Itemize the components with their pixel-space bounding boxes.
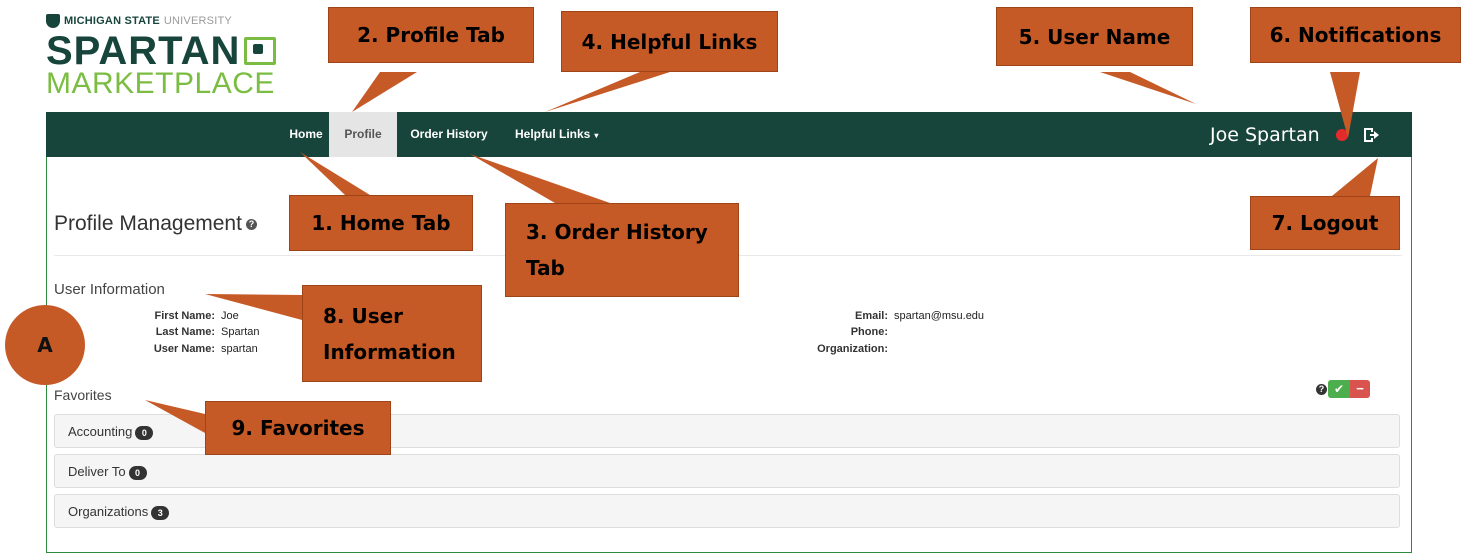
- last-name-label: Last Name:: [155, 326, 215, 338]
- organization-label: Organization:: [817, 343, 888, 355]
- favorites-panel-organizations[interactable]: Organizations 3: [54, 494, 1400, 528]
- favorites-help-icon[interactable]: ?: [1316, 383, 1327, 395]
- tab-profile[interactable]: Profile: [329, 112, 397, 157]
- caret-down-icon: ▾: [594, 131, 599, 140]
- logo-line2: MARKETPLACE: [46, 67, 275, 100]
- tab-helpful-links[interactable]: Helpful Links ▾: [515, 112, 615, 157]
- favorites-controls: ? ✔ −: [1316, 380, 1370, 398]
- email-row: Email: spartan@msu.edu: [770, 310, 984, 322]
- first-name-label: First Name:: [154, 310, 215, 322]
- callout-favorites: 9. Favorites: [205, 401, 391, 455]
- email-label: Email:: [854, 310, 888, 322]
- callout-logout: 7. Logout: [1250, 196, 1400, 250]
- count-badge: 3: [151, 505, 170, 520]
- panel-label: Accounting: [68, 424, 133, 439]
- spartan-marketplace-logo[interactable]: MICHIGAN STATE UNIVERSITY SPARTAN MARKET…: [46, 14, 286, 106]
- logout-icon[interactable]: [1362, 126, 1380, 144]
- panel-label: Organizations: [68, 504, 149, 519]
- last-name-row: Last Name: Spartan: [100, 326, 260, 338]
- last-name-value: Spartan: [221, 326, 260, 338]
- help-icon[interactable]: ?: [245, 218, 257, 230]
- section-marker-a: A: [5, 305, 85, 385]
- shopping-cart-icon: [244, 37, 277, 65]
- callout-notifications: 6. Notifications: [1250, 7, 1461, 63]
- pointer-profile-tab: [352, 72, 417, 112]
- page-title: Profile Management?: [54, 212, 257, 236]
- callout-home-tab: 1. Home Tab: [289, 195, 473, 251]
- phone-label: Phone:: [850, 326, 888, 338]
- callout-user-name: 5. User Name: [996, 7, 1193, 66]
- tab-home[interactable]: Home: [281, 112, 331, 157]
- user-information-heading: User Information: [54, 281, 165, 298]
- favorites-heading: Favorites: [54, 387, 112, 403]
- favorites-panel-deliver-to[interactable]: Deliver To 0: [54, 454, 1400, 488]
- first-name-value: Joe: [221, 310, 239, 322]
- university-name-left: MICHIGAN STATE: [64, 15, 160, 27]
- callout-order-history-line2: Tab: [526, 256, 565, 280]
- callout-user-information-line2: Information: [323, 339, 456, 364]
- phone-row: Phone:: [770, 326, 894, 338]
- notification-badge[interactable]: 0: [1336, 129, 1348, 141]
- callout-user-information-line1: 8. User: [323, 303, 404, 328]
- user-name-value: spartan: [221, 343, 258, 355]
- university-name-right: UNIVERSITY: [163, 15, 232, 27]
- count-badge: 0: [135, 425, 154, 440]
- callout-order-history: 3. Order History Tab: [505, 203, 739, 297]
- page-title-text: Profile Management: [54, 212, 242, 235]
- user-name-menu[interactable]: Joe Spartan: [1210, 124, 1320, 146]
- pointer-user-name: [1100, 72, 1196, 104]
- count-badge: 0: [128, 465, 147, 480]
- panel-label: Deliver To: [68, 464, 126, 479]
- callout-user-information: 8. User Information: [302, 285, 482, 382]
- top-navbar: Home Profile Order History Helpful Links…: [46, 112, 1412, 157]
- organization-row: Organization:: [770, 343, 894, 355]
- university-wordmark: MICHIGAN STATE UNIVERSITY: [46, 14, 286, 28]
- tab-order-history[interactable]: Order History: [403, 112, 495, 157]
- callout-helpful-links: 4. Helpful Links: [561, 11, 778, 72]
- helpful-links-label: Helpful Links: [515, 127, 591, 141]
- spartan-helmet-icon: [46, 14, 60, 28]
- user-name-label: User Name:: [153, 343, 215, 355]
- logo-line1: SPARTAN: [46, 29, 286, 73]
- user-name-row: User Name: spartan: [100, 343, 258, 355]
- email-value: spartan@msu.edu: [894, 310, 985, 322]
- pointer-helpful-links: [545, 72, 670, 112]
- logo-line1-text: SPARTAN: [46, 29, 241, 73]
- callout-order-history-line1: 3. Order History: [526, 220, 708, 244]
- add-favorite-button[interactable]: ✔: [1328, 380, 1350, 398]
- callout-profile-tab: 2. Profile Tab: [328, 7, 534, 63]
- first-name-row: First Name: Joe: [100, 310, 239, 322]
- remove-favorite-button[interactable]: −: [1350, 380, 1370, 398]
